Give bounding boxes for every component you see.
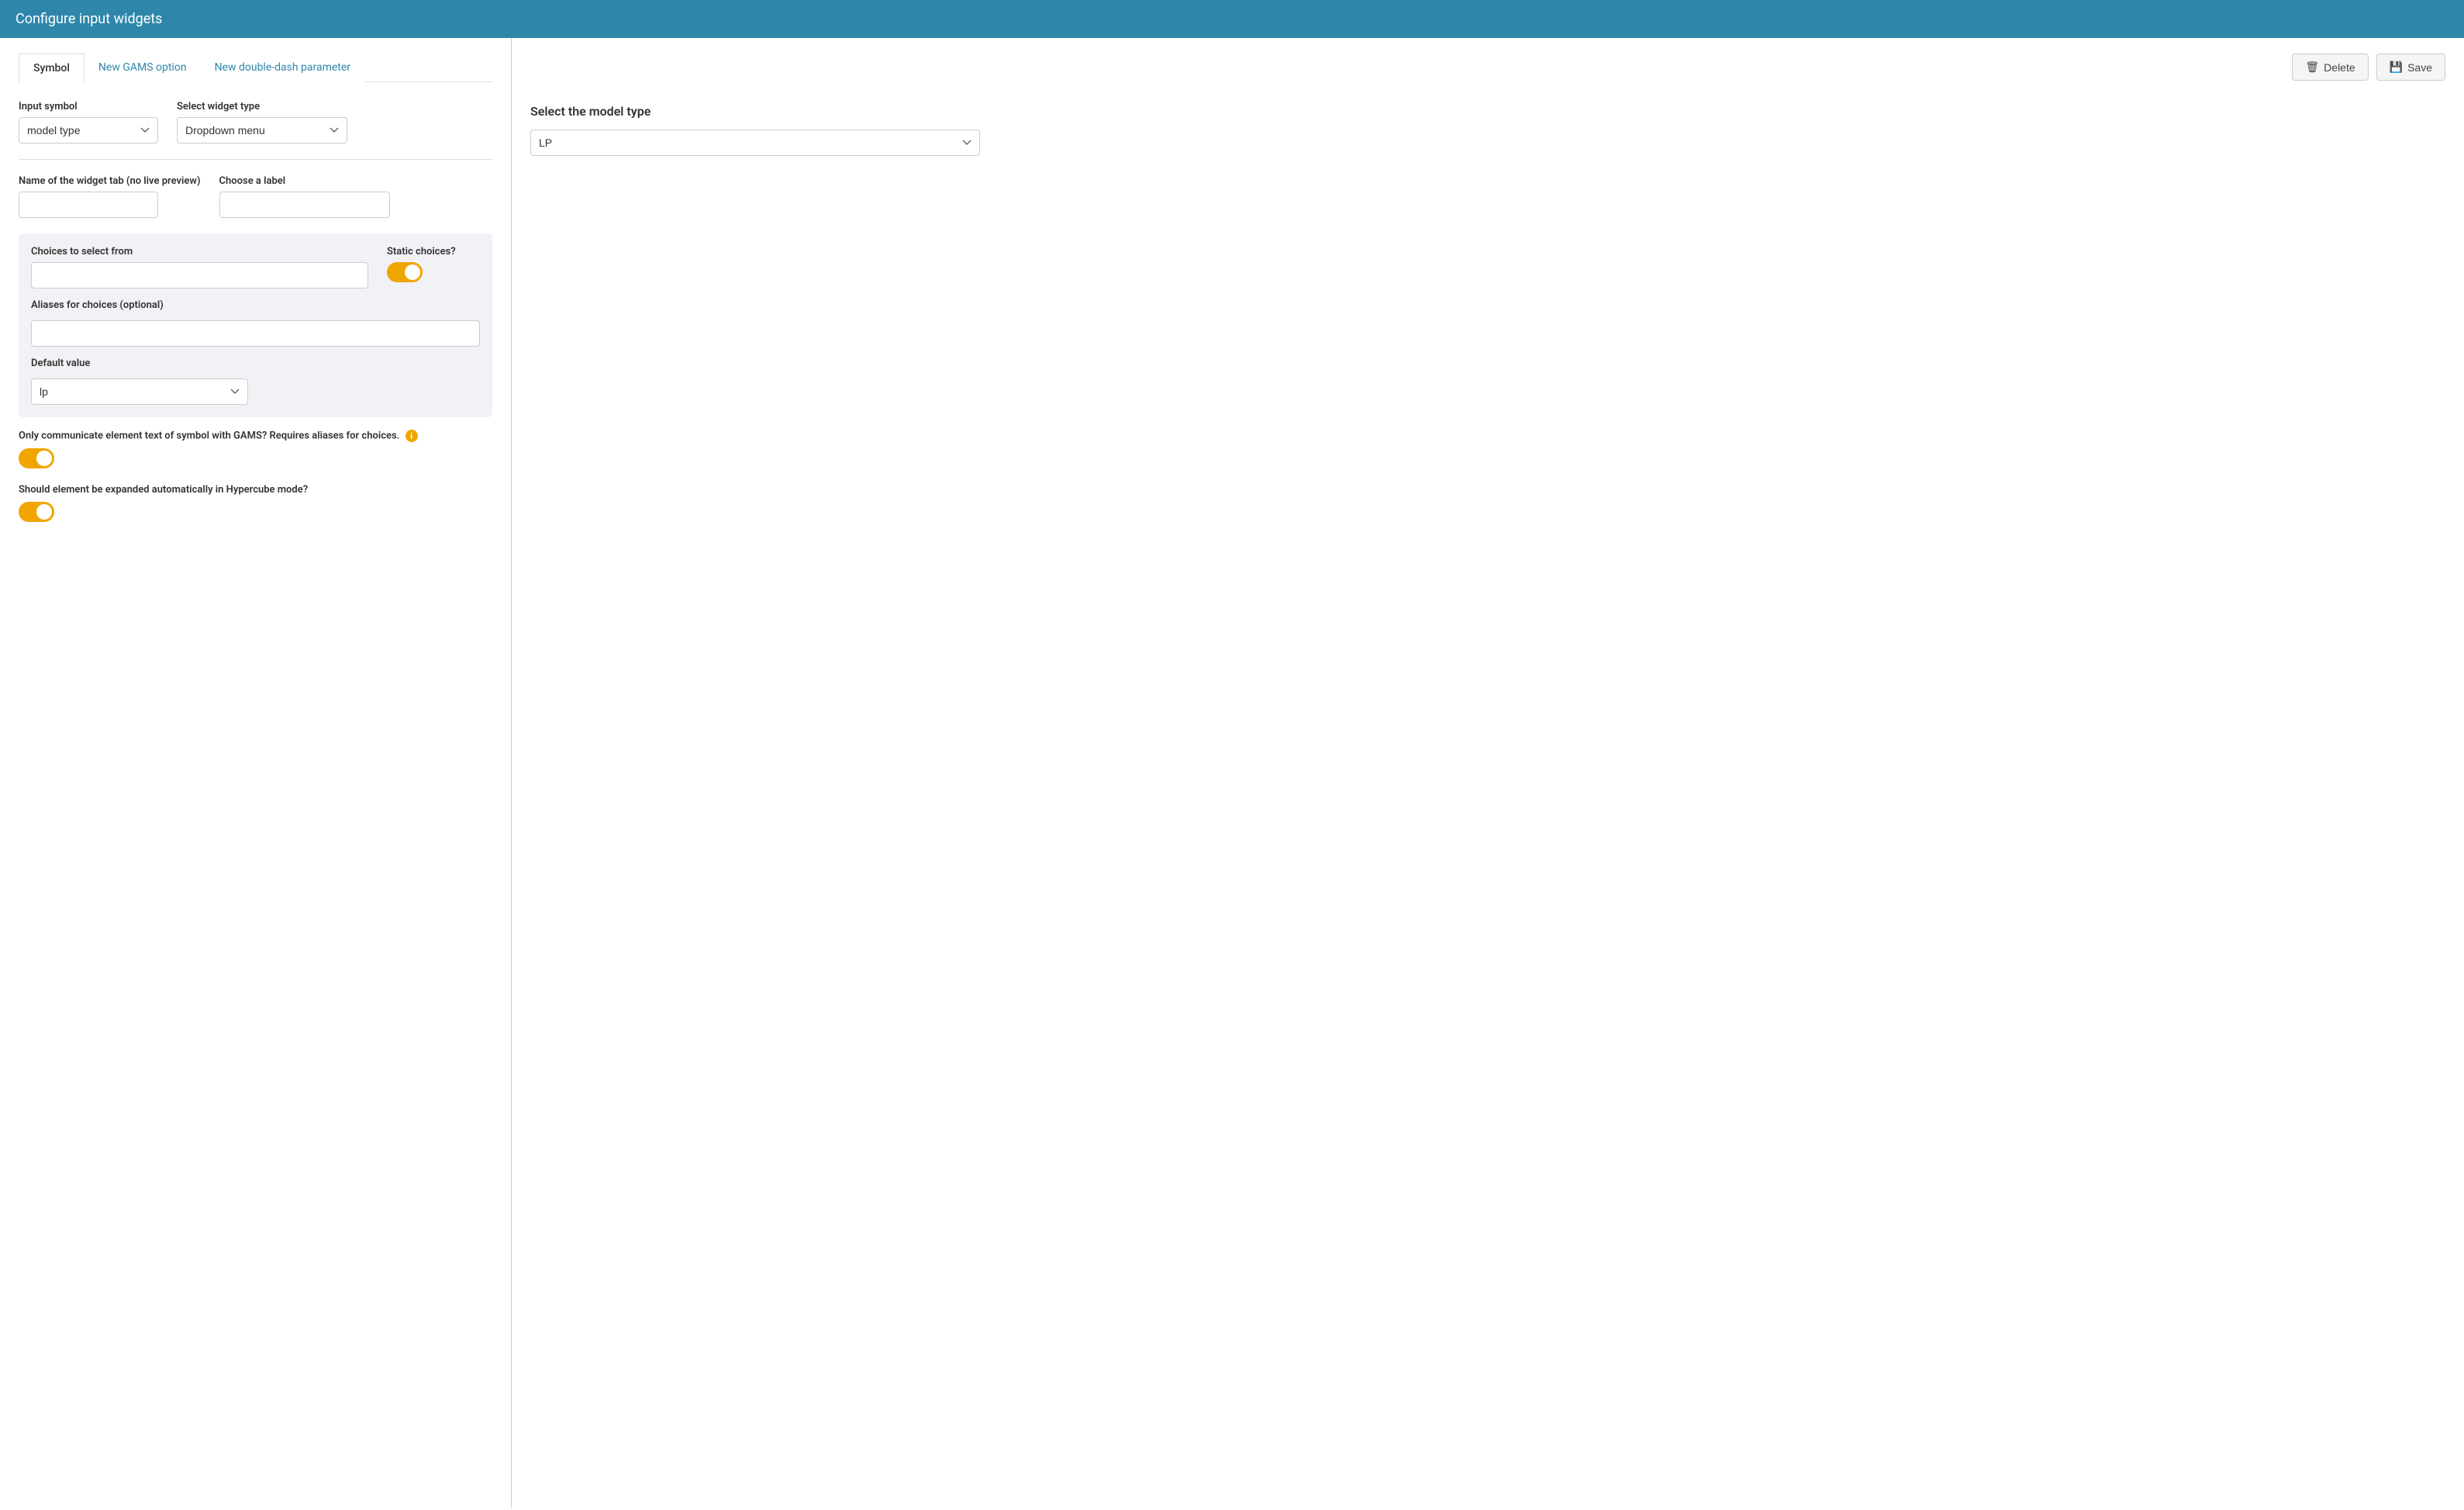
choose-label-input[interactable]: Select the model type <box>219 192 390 218</box>
widget-tab-group: Name of the widget tab (no live preview)… <box>19 175 201 218</box>
divider-1 <box>19 159 492 160</box>
aliases-label: Aliases for choices (optional) <box>31 299 480 311</box>
symbol-widget-row: Input symbol model type Select widget ty… <box>19 101 492 143</box>
choices-label: Choices to select from <box>31 246 368 257</box>
hypercube-toggle[interactable] <box>19 502 54 522</box>
widget-type-label: Select widget type <box>177 101 347 112</box>
choose-label-label: Choose a label <box>219 175 390 187</box>
widget-tab-input[interactable]: model type <box>19 192 158 218</box>
main-container: Symbol New GAMS option New double-dash p… <box>0 38 2464 1508</box>
preview-select[interactable]: LP MIP MINLP <box>530 130 980 156</box>
communicate-slider <box>19 448 54 468</box>
tab-new-gams-option[interactable]: New GAMS option <box>85 54 201 82</box>
action-buttons-row: 🗑 Delete 💾 Save <box>530 54 2445 81</box>
left-panel: Symbol New GAMS option New double-dash p… <box>0 38 512 1508</box>
communicate-toggle-container <box>19 448 492 468</box>
static-choices-toggle-container <box>387 262 480 282</box>
preview-label: Select the model type <box>530 104 2445 119</box>
default-value-select[interactable]: lp <box>31 378 248 405</box>
input-symbol-label: Input symbol <box>19 101 158 112</box>
right-panel: 🗑 Delete 💾 Save Select the model type LP… <box>512 38 2464 1508</box>
widget-type-group: Select widget type Dropdown menu <box>177 101 347 143</box>
delete-button[interactable]: 🗑 Delete <box>2292 54 2368 81</box>
input-symbol-group: Input symbol model type <box>19 101 158 143</box>
hypercube-toggle-container <box>19 502 492 522</box>
trash-icon: 🗑 <box>2305 60 2319 74</box>
choose-label-group: Choose a label Select the model type <box>219 175 390 218</box>
choices-box: Choices to select from lp mip minlp Stat… <box>19 233 492 417</box>
tabs-bar: Symbol New GAMS option New double-dash p… <box>19 54 492 82</box>
communicate-label: Only communicate element text of symbol … <box>19 430 492 442</box>
aliases-group: Aliases for choices (optional) LP MIP MI… <box>31 299 480 347</box>
hypercube-section: Should element be expanded automatically… <box>19 484 492 522</box>
communicate-info-icon: i <box>405 430 418 442</box>
static-choices-toggle[interactable] <box>387 262 423 282</box>
app-title: Configure input widgets <box>16 11 162 27</box>
save-icon: 💾 <box>2390 60 2403 74</box>
widget-tab-label: Name of the widget tab (no live preview) <box>19 175 201 187</box>
title-bar: Configure input widgets <box>0 0 2464 38</box>
communicate-toggle[interactable] <box>19 448 54 468</box>
choices-right-col: Static choices? <box>387 246 480 282</box>
save-button[interactable]: 💾 Save <box>2376 54 2445 81</box>
static-choices-slider <box>387 262 423 282</box>
preview-container: Select the model type LP MIP MINLP <box>530 104 2445 156</box>
choices-left-col: Choices to select from lp mip minlp <box>31 246 368 289</box>
default-value-label: Default value <box>31 358 480 369</box>
tab-label-row: Name of the widget tab (no live preview)… <box>19 175 492 218</box>
default-value-group: Default value lp <box>31 358 480 405</box>
choices-main-row: Choices to select from lp mip minlp Stat… <box>31 246 480 289</box>
hypercube-label: Should element be expanded automatically… <box>19 484 492 496</box>
communicate-section: Only communicate element text of symbol … <box>19 430 492 468</box>
static-choices-label: Static choices? <box>387 246 480 257</box>
widget-type-select[interactable]: Dropdown menu <box>177 117 347 143</box>
hypercube-slider <box>19 502 54 522</box>
tab-symbol[interactable]: Symbol <box>19 54 85 82</box>
input-symbol-select[interactable]: model type <box>19 117 158 143</box>
tab-new-double-dash[interactable]: New double-dash parameter <box>201 54 365 82</box>
aliases-input[interactable]: LP MIP MINLP <box>31 320 480 347</box>
choices-input[interactable]: lp mip minlp <box>31 262 368 289</box>
